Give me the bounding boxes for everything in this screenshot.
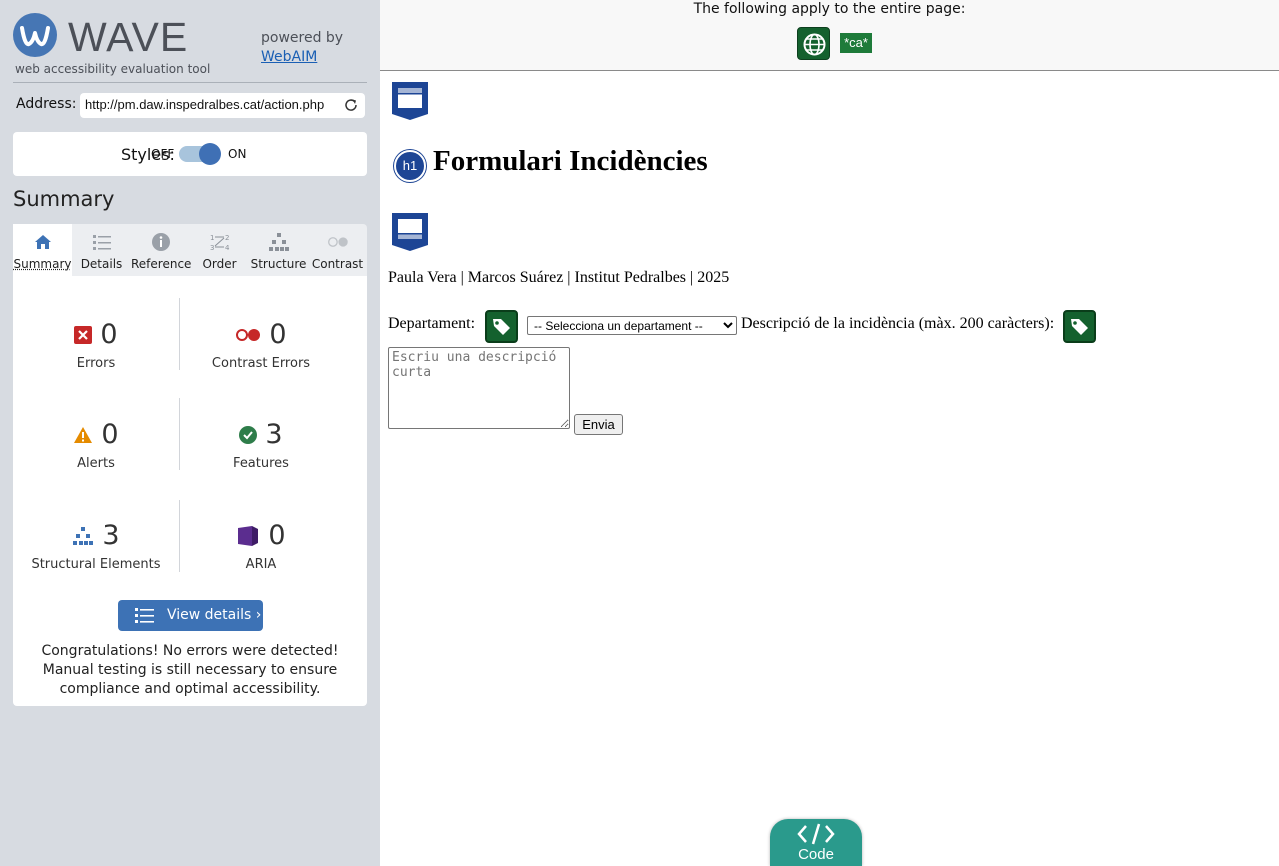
tab-label: Details [80,257,123,271]
tab-label: Summary [13,257,72,271]
code-toggle-button[interactable]: Code [770,819,862,866]
tab-label: Structure [250,257,307,271]
svg-text:4: 4 [225,244,230,252]
address-label: Address: [16,96,77,112]
page-level-note: The following apply to the entire page: [693,1,966,17]
svg-text:3: 3 [210,244,214,252]
globe-icon[interactable] [797,27,830,60]
error-icon [74,326,93,344]
svg-text:2: 2 [225,234,229,242]
divider [13,82,367,83]
code-label: Code [798,846,834,863]
submit-button[interactable]: Envia [574,414,623,435]
code-icon [797,823,835,845]
brand-name: WAVE [68,14,189,60]
alert-icon [74,427,93,443]
stat-features[interactable]: 3 Features [180,419,342,471]
tab-summary[interactable]: Summary [13,224,72,276]
stat-structural[interactable]: 3 Structural Elements [13,520,179,572]
summary-panel: 0 Errors 0 Contrast Errors 0 Alerts 3 Fe… [13,276,367,706]
stat-value: 0 [101,419,119,450]
page-preview: The following apply to the entire page: … [380,0,1279,866]
department-select[interactable]: -- Selecciona un departament -- [527,316,737,335]
page-level-bar: The following apply to the entire page: … [380,0,1279,71]
description-textarea[interactable] [388,347,570,429]
stat-value: 0 [269,319,287,350]
stat-value: 0 [268,520,286,551]
styles-off-label: OFF [151,147,175,161]
wave-logo [13,13,57,57]
stat-value: 0 [100,319,118,350]
address-input[interactable] [85,97,335,112]
structure-icon [268,233,289,251]
brand-tagline: web accessibility evaluation tool [15,62,211,76]
powered-by: powered by WebAIM [261,29,343,67]
label-tag-icon[interactable] [485,310,518,343]
tab-contrast[interactable]: Contrast [308,224,367,276]
label-tag-icon[interactable] [1063,310,1096,343]
tab-order[interactable]: 1 2 3 4 Order [190,224,249,276]
styles-on-label: ON [228,147,247,161]
info-icon [151,233,170,251]
department-label: Departament: [388,315,476,332]
tab-label: Contrast [311,257,364,271]
stat-contrast-errors[interactable]: 0 Contrast Errors [180,319,342,371]
tab-label: Reference [131,257,192,271]
list-icon [135,608,154,623]
stat-value: 3 [102,520,120,551]
footer-region-icon[interactable] [392,213,428,251]
stat-label: ARIA [245,557,277,572]
tab-details[interactable]: Details [72,224,131,276]
list-icon [92,235,111,250]
home-icon [34,235,51,249]
order-icon: 1 2 3 4 [210,234,230,252]
page-heading: Formulari Incidències [433,145,708,177]
header-region-icon[interactable] [392,82,428,120]
tab-structure[interactable]: Structure [249,224,308,276]
stat-label: Contrast Errors [211,356,311,371]
view-details-label: View details › [167,607,262,623]
aria-icon [238,526,259,546]
webaim-link[interactable]: WebAIM [261,48,343,67]
svg-text:1: 1 [210,234,214,242]
structure-icon [73,527,94,545]
tab-reference[interactable]: Reference [131,224,192,276]
stat-value: 3 [265,419,283,450]
stat-aria[interactable]: 0 ARIA [180,520,342,572]
language-badge[interactable]: *ca* [840,33,872,53]
view-details-button[interactable]: View details › [118,600,263,631]
stat-label: Errors [76,356,116,371]
address-box [80,93,365,118]
contrast-icon [327,237,348,247]
stat-label: Structural Elements [31,557,161,572]
toggle-knob [199,143,221,165]
summary-heading: Summary [13,187,115,211]
tab-label: Order [202,257,237,271]
stat-errors[interactable]: 0 Errors [13,319,179,371]
styles-toggle[interactable] [179,143,221,165]
description-label: Descripció de la incidència (màx. 200 ca… [741,315,1055,332]
styles-toggle-card: Styles: OFF ON [13,132,367,176]
stat-alerts[interactable]: 0 Alerts [13,419,179,471]
page-footer-text: Paula Vera | Marcos Suárez | Institut Pe… [388,269,730,286]
stat-label: Features [233,456,289,471]
wave-sidebar: WAVE web accessibility evaluation tool p… [0,0,380,866]
stat-label: Alerts [77,456,115,471]
feature-check-icon [239,426,258,444]
powered-by-text: powered by [261,30,344,46]
reload-icon[interactable] [343,97,359,113]
contrast-error-icon [236,329,261,341]
h1-icon[interactable]: h1 [394,150,426,182]
congrats-message: Congratulations! No errors were detected… [41,643,339,697]
panel-tabs: Summary Details Reference 1 2 3 4 Order Str… [13,224,367,276]
